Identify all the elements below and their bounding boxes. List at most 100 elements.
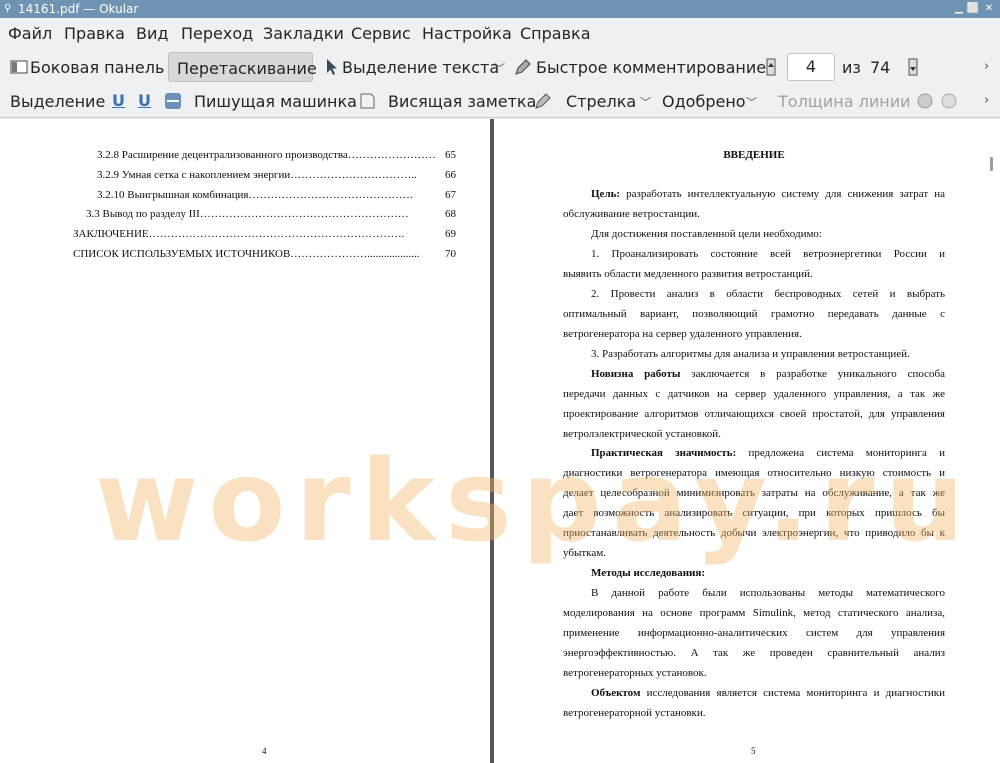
drag-mode-label: Перетаскивание — [177, 59, 317, 78]
window-title: 14161.pdf — Okular — [18, 2, 139, 16]
toolbar-overflow-icon[interactable]: › — [984, 59, 989, 74]
squiggle-icon[interactable]: U — [138, 91, 151, 110]
toc-page-number: 67 — [445, 189, 456, 201]
body-line: приостанавливать деятельность добычи эле… — [563, 527, 945, 539]
sidebar-panel-icon — [10, 60, 28, 74]
underline-icon[interactable]: U — [112, 91, 125, 110]
object-line: Объектом исследования является система м… — [563, 687, 945, 699]
body-line: делает целесобразной минимизировать затр… — [563, 487, 945, 499]
toc-entry: 3.2.9 Умная сетка с накоплением энергии…… — [97, 169, 417, 181]
novelty-label: Новизна работы — [591, 368, 681, 380]
arrow-label[interactable]: Стрелка — [566, 92, 636, 111]
toc-page-number: 65 — [445, 149, 456, 161]
body-line: убыткам. — [563, 547, 606, 559]
practical-line: Практическая значимость: предложена сист… — [563, 447, 945, 459]
body-line: диагностики ветрогенератора имеющая отно… — [563, 467, 945, 479]
toc-entry: ЗАКЛЮЧЕНИЕ……………………………………………………………. — [73, 228, 405, 240]
color-icon — [917, 93, 933, 109]
body-line: Для достижения поставленной цели необход… — [591, 228, 822, 240]
body-line: ветрогенераторной установки. — [563, 707, 706, 719]
strikeout-icon[interactable] — [164, 92, 182, 110]
okular-app-icon: ⚲ — [4, 3, 12, 14]
pen-icon — [515, 59, 531, 75]
body-line: В данной работе были использованы методы… — [591, 587, 945, 599]
toc-page-number: 70 — [445, 248, 456, 260]
vertical-scrollbar[interactable] — [982, 119, 1000, 763]
cursor-arrow-icon — [327, 59, 337, 75]
chevron-down-icon[interactable]: ﹀ — [494, 60, 505, 76]
toolbar-overflow-icon[interactable]: › — [984, 93, 989, 108]
body-line: передачи данных с датчиков на сервер уда… — [563, 388, 945, 400]
page-total-label: 74 — [870, 58, 891, 77]
menu-help[interactable]: Справка — [520, 24, 591, 43]
toc-page-number: 68 — [445, 208, 456, 220]
chevron-down-icon[interactable]: ﹀ — [746, 94, 757, 110]
arrow-tool-icon[interactable] — [534, 92, 552, 110]
text-select-label: Выделение текста — [342, 58, 500, 77]
toc-entry: 3.2.8 Расширение децентрализованного про… — [97, 149, 436, 161]
menu-go[interactable]: Переход — [181, 24, 253, 43]
scrollbar-thumb[interactable] — [990, 157, 993, 171]
main-toolbar: Боковая панель Перетаскивание Выделение … — [0, 50, 1000, 84]
page-of-label: из — [842, 58, 861, 77]
text-select-button[interactable]: Выделение текста ﹀ — [320, 54, 510, 80]
menu-bookmarks[interactable]: Закладки — [263, 24, 344, 43]
object-text: исследования является система мониторинг… — [640, 687, 945, 699]
line-width-label: Толщина линии — [778, 92, 911, 111]
menu-view[interactable]: Вид — [136, 24, 168, 43]
menu-tools[interactable]: Сервис — [351, 24, 411, 43]
goal-label: Цель: — [591, 188, 621, 200]
body-line: проектирование алгоритмов отличающихся с… — [563, 408, 945, 420]
menu-file[interactable]: Файл — [8, 24, 52, 43]
document-viewer[interactable]: 3.2.8 Расширение децентрализованного про… — [0, 119, 1000, 763]
pop-note-label[interactable]: Висящая заметка — [388, 92, 536, 111]
practical-label: Практическая значимость: — [591, 447, 737, 459]
page-number-input[interactable]: 4 — [787, 53, 835, 81]
quick-annotation-label: Быстрое комментирование — [536, 58, 767, 77]
practical-text: предложена система мониторинга и — [736, 447, 946, 459]
methods-label: Методы исследования: — [591, 567, 705, 579]
novelty-line: Новизна работы заключается в разработке … — [563, 368, 945, 380]
body-line: применение информационно-аналитических с… — [563, 627, 945, 639]
body-line: ветролэлектрической установкой. — [563, 428, 721, 440]
next-page-icon[interactable] — [904, 58, 922, 76]
stamp-label[interactable]: Одобрено — [662, 92, 746, 111]
toc-entry: СПИСОК ИСПОЛЬЗУЕМЫХ ИСТОЧНИКОВ…………………...… — [73, 248, 420, 260]
chevron-down-icon[interactable]: ﹀ — [640, 94, 651, 110]
drag-mode-button[interactable]: Перетаскивание — [168, 52, 317, 82]
note-icon[interactable] — [358, 92, 376, 110]
opacity-icon — [941, 93, 957, 109]
pdf-page-4: 3.2.8 Расширение децентрализованного про… — [0, 119, 490, 763]
highlight-label[interactable]: Выделение — [10, 92, 105, 111]
section-heading: ВВЕДЕНИЕ — [723, 149, 785, 161]
pdf-page-5: ВВЕДЕНИЕ Цель: разработать интеллектуаль… — [494, 119, 982, 763]
typewriter-label[interactable]: Пишущая машинка — [194, 92, 357, 111]
body-line: энергоэффективностью. А так же проведен … — [563, 647, 945, 659]
toc-page-number: 69 — [445, 228, 456, 240]
toc-entry: 3.2.10 Выигрышная комбинация………………………………… — [97, 189, 414, 201]
body-line: ветрогенератора на сервер удаленного упр… — [563, 328, 802, 340]
goal-line: Цель: разработать интеллектуальную систе… — [563, 188, 945, 200]
list-item-2: 2. Провести анализ в области беспроводны… — [591, 288, 945, 300]
body-line: обслуживание ветростанции. — [563, 208, 700, 220]
body-line: ветрогенераторных установок. — [563, 667, 707, 679]
minimize-button[interactable]: ▁ — [952, 0, 966, 18]
toc-page-number: 66 — [445, 169, 456, 181]
quick-annotation-button[interactable]: Быстрое комментирование — [514, 54, 766, 80]
title-bar: ⚲ 14161.pdf — Okular ▁ ⬜ ✕ — [0, 0, 1000, 18]
menu-settings[interactable]: Настройка — [422, 24, 512, 43]
sidebar-toggle-label: Боковая панель — [30, 58, 165, 77]
object-label: Объектом — [591, 687, 641, 699]
menu-edit[interactable]: Правка — [64, 24, 125, 43]
page-number: 5 — [751, 746, 756, 756]
annotation-toolbar: Выделение U U Пишущая машинка Висящая за… — [0, 84, 1000, 118]
previous-page-icon[interactable] — [762, 58, 780, 76]
list-item-3: 3. Разработать алгоритмы для анализа и у… — [591, 348, 910, 360]
close-button[interactable]: ✕ — [982, 0, 996, 18]
body-line: дает возможность анализировать ситуации,… — [563, 507, 945, 519]
maximize-button[interactable]: ⬜ — [966, 0, 980, 18]
menu-bar: Файл Правка Вид Переход Закладки Сервис … — [0, 18, 1000, 50]
sidebar-toggle-button[interactable]: Боковая панель — [6, 54, 164, 80]
body-line: оптимальный вариант, позволяющий грамотн… — [563, 308, 945, 320]
body-line: моделирования на основе программ Simulin… — [563, 607, 945, 619]
